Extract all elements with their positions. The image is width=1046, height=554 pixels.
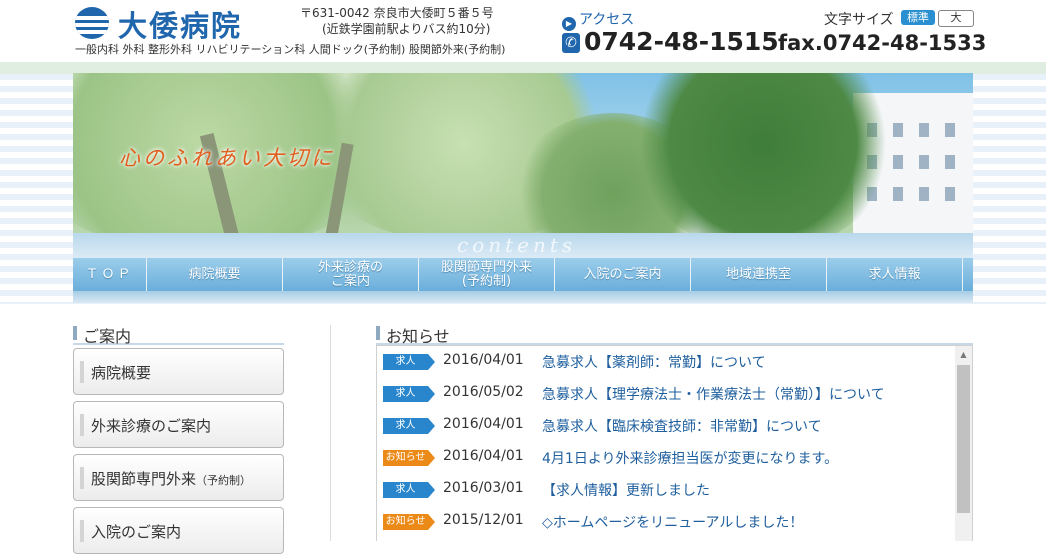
nav-item-top[interactable]: ＴＯＰ bbox=[73, 258, 147, 291]
nav-item-hospital-overview[interactable]: 病院概要 bbox=[147, 258, 283, 291]
hero-banner: 心のふれあい大切に contents bbox=[73, 73, 973, 258]
hero-slogan: 心のふれあい大切に bbox=[119, 146, 335, 170]
news-badge-job: 求人 bbox=[383, 354, 435, 370]
nav-item-outpatient[interactable]: 外来診療の ご案内 bbox=[283, 258, 419, 291]
play-arrow-icon: ▶ bbox=[562, 17, 576, 31]
button-marker bbox=[80, 414, 84, 436]
telephone-number: 0742-48-1515 bbox=[584, 27, 779, 56]
news-item: 求人 2016/05/02 急募求人【理学療法士・作業療法士（常勤）】について bbox=[377, 378, 957, 410]
nav-item-admission[interactable]: 入院のご案内 bbox=[555, 258, 691, 291]
access-label: アクセス bbox=[579, 12, 635, 28]
address-line-1: 〒631-0042 奈良市大倭町５番５号 bbox=[300, 6, 494, 20]
news-badge-info: お知らせ bbox=[383, 514, 435, 530]
sidebar-item-hospital-overview[interactable]: 病院概要 bbox=[73, 348, 284, 395]
news-link[interactable]: 急募求人【臨床検査技師：非常勤】について bbox=[542, 416, 822, 436]
global-nav: ＴＯＰ 病院概要 外来診療の ご案内 股関節専門外来 (予約制) 入院のご案内 … bbox=[73, 258, 973, 291]
news-badge-info: お知らせ bbox=[383, 450, 435, 466]
scrollbar-thumb[interactable] bbox=[957, 365, 970, 513]
font-size-large-button[interactable]: 大 bbox=[938, 10, 974, 27]
sidebar-title-text: ご案内 bbox=[83, 327, 132, 346]
phone-icon: ✆ bbox=[562, 33, 580, 53]
site-header: 大倭病院 一般内科 外科 整形外科 リハビリテーション科 人間ドック(予約制) … bbox=[0, 0, 1046, 62]
sidebar-item-label: 外来診療のご案内 bbox=[91, 417, 212, 435]
site-logo-text[interactable]: 大倭病院 bbox=[118, 3, 242, 45]
news-scrollbar[interactable]: ▲ bbox=[955, 346, 972, 541]
news-date: 2015/12/01 bbox=[443, 512, 524, 528]
scroll-up-arrow-icon[interactable]: ▲ bbox=[955, 346, 972, 363]
fax-number: fax.0742-48-1533 bbox=[778, 31, 987, 55]
nav-item-hip-clinic[interactable]: 股関節専門外来 (予約制) bbox=[419, 258, 555, 291]
news-date: 2016/04/01 bbox=[443, 352, 524, 368]
font-size-standard-button[interactable]: 標準 bbox=[901, 10, 935, 25]
news-badge-job: 求人 bbox=[383, 482, 435, 498]
column-divider bbox=[330, 325, 331, 541]
news-item: 求人 2016/04/01 急募求人【臨床検査技師：非常勤】について bbox=[377, 410, 957, 442]
sidebar-item-label: 入院のご案内 bbox=[91, 523, 182, 541]
news-date: 2016/05/02 bbox=[443, 384, 524, 400]
button-marker bbox=[80, 520, 84, 542]
sidebar-item-outpatient[interactable]: 外来診療のご案内 bbox=[73, 401, 284, 448]
sidebar-item-label: 股関節専門外来 bbox=[91, 470, 197, 488]
news-item: 求人 2016/03/01 【求人情報】更新しました bbox=[377, 474, 957, 506]
news-link[interactable]: 4月1日より外来診療担当医が変更になります。 bbox=[542, 448, 838, 468]
news-link[interactable]: 急募求人【薬剤師：常勤】について bbox=[542, 352, 766, 372]
news-link[interactable]: 【求人情報】更新しました bbox=[542, 480, 710, 500]
sidebar-item-label: 病院概要 bbox=[91, 364, 152, 382]
sidebar-item-admission[interactable]: 入院のご案内 bbox=[73, 507, 284, 554]
address-line-2: (近鉄学園前駅よりバス約10分) bbox=[322, 22, 491, 36]
nav-shadow bbox=[73, 291, 973, 303]
news-section-title: お知らせ bbox=[376, 323, 973, 346]
news-title-text: お知らせ bbox=[386, 327, 450, 346]
button-marker bbox=[80, 361, 84, 383]
news-badge-job: 求人 bbox=[383, 386, 435, 402]
nav-item-regional-liaison[interactable]: 地域連携室 bbox=[691, 258, 827, 291]
news-date: 2016/04/01 bbox=[443, 448, 524, 464]
title-marker bbox=[73, 326, 77, 340]
sidebar-item-label-group: 股関節専門外来（予約制） bbox=[91, 468, 251, 489]
nav-item-recruitment[interactable]: 求人情報 bbox=[827, 258, 963, 291]
news-badge-job: 求人 bbox=[383, 418, 435, 434]
news-item: お知らせ 2016/04/01 4月1日より外来診療担当医が変更になります。 bbox=[377, 442, 957, 474]
title-marker bbox=[376, 326, 380, 340]
news-link[interactable]: 急募求人【理学療法士・作業療法士（常勤）】について bbox=[542, 384, 885, 404]
sidebar-item-hip-clinic[interactable]: 股関節専門外来（予約制） bbox=[73, 454, 284, 501]
logo-wave-icon[interactable] bbox=[75, 7, 109, 39]
news-link[interactable]: ◇ホームページをリニューアルしました！ bbox=[542, 512, 803, 532]
department-list: 一般内科 外科 整形外科 リハビリテーション科 人間ドック(予約制) 股関節外来… bbox=[75, 43, 506, 56]
news-date: 2016/03/01 bbox=[443, 480, 524, 496]
font-size-label: 文字サイズ bbox=[824, 12, 894, 28]
sidebar-title: ご案内 bbox=[73, 323, 284, 346]
news-item: お知らせ 2015/12/01 ◇ホームページをリニューアルしました！ bbox=[377, 506, 957, 538]
sidebar-item-sublabel: （予約制） bbox=[196, 474, 252, 487]
hero-overlay-word: contents bbox=[457, 233, 577, 257]
news-list: 求人 2016/04/01 急募求人【薬剤師：常勤】について 求人 2016/0… bbox=[376, 345, 973, 541]
news-item: 求人 2016/04/01 急募求人【薬剤師：常勤】について bbox=[377, 346, 957, 378]
news-date: 2016/04/01 bbox=[443, 416, 524, 432]
button-marker bbox=[80, 467, 84, 489]
